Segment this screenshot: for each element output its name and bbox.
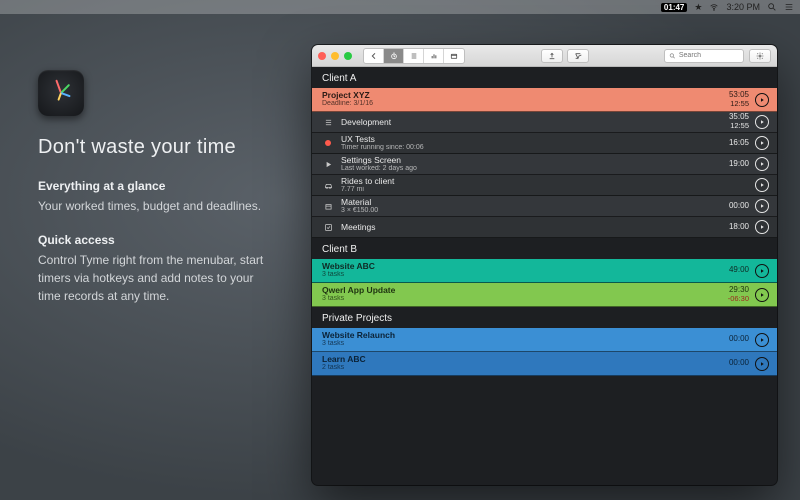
task-time: 19:00 (729, 160, 749, 169)
task-title: UX Tests (341, 134, 729, 144)
close-button[interactable] (318, 52, 326, 60)
project-row[interactable]: Qwerl App Update 3 tasks 29:30 -06:30 (312, 283, 777, 307)
list-icon (784, 2, 794, 12)
task-title: Material (341, 197, 729, 207)
project-row[interactable]: Website ABC 3 tasks 49:00 (312, 259, 777, 283)
task-subtitle: Timer running since: 00:06 (341, 144, 729, 152)
seg-back[interactable] (364, 49, 384, 63)
task-time-secondary: 12:55 (730, 122, 749, 130)
export-button[interactable] (541, 49, 563, 63)
project-title: Learn ABC (322, 354, 729, 364)
app-logo (38, 70, 84, 116)
view-segmented-control[interactable] (363, 48, 465, 64)
project-subtitle: 3 tasks (322, 271, 729, 279)
task-subtitle: Last worked: 2 days ago (341, 165, 729, 173)
project-subtitle: 3 tasks (322, 295, 728, 303)
gear-icon (756, 52, 764, 60)
play-button[interactable] (755, 178, 769, 192)
project-row[interactable]: Learn ABC 2 tasks 00:00 (312, 352, 777, 376)
project-subtitle: 2 tasks (322, 364, 729, 372)
play-button[interactable] (755, 157, 769, 171)
task-title: Development (341, 117, 729, 127)
search-input[interactable] (679, 52, 739, 59)
section-header: Client B (312, 238, 777, 259)
play-button[interactable] (755, 264, 769, 278)
seg-list[interactable] (404, 49, 424, 63)
task-time: 00:00 (729, 202, 749, 211)
menubar-clock: 3:20 PM (726, 2, 760, 12)
box-icon (322, 202, 334, 211)
project-time: 49:00 (729, 266, 749, 275)
play-button[interactable] (755, 136, 769, 150)
task-row[interactable]: Meetings 18:00 (312, 217, 777, 238)
rec-icon (322, 140, 334, 146)
task-title: Settings Screen (341, 155, 729, 165)
app-window: Client A Project XYZ Deadline: 3/1/16 53… (312, 45, 777, 485)
project-title: Project XYZ (322, 90, 729, 100)
task-title: Rides to client (341, 176, 749, 186)
project-list: Client A Project XYZ Deadline: 3/1/16 53… (312, 67, 777, 485)
project-time-secondary: 12:55 (730, 100, 749, 108)
project-row[interactable]: Project XYZ Deadline: 3/1/16 53:05 12:55 (312, 88, 777, 112)
task-subtitle: 3 × €150.00 (341, 207, 729, 215)
project-subtitle: 3 tasks (322, 340, 729, 348)
play-button[interactable] (755, 93, 769, 107)
section-header: Private Projects (312, 307, 777, 328)
project-time: 00:00 (729, 335, 749, 344)
search-icon (767, 2, 777, 12)
task-row[interactable]: Material 3 × €150.00 00:00 (312, 196, 777, 217)
subhead-2: Quick access (38, 233, 268, 247)
play-button[interactable] (755, 288, 769, 302)
project-time: 00:00 (729, 359, 749, 368)
star-icon: ★ (694, 2, 702, 13)
seg-stats[interactable] (424, 49, 444, 63)
wifi-icon (709, 2, 719, 12)
body-2: Control Tyme right from the menubar, sta… (38, 251, 268, 305)
task-row[interactable]: Settings Screen Last worked: 2 days ago … (312, 154, 777, 175)
subhead-1: Everything at a glance (38, 179, 268, 193)
task-title: Meetings (341, 222, 729, 232)
import-button[interactable] (567, 49, 589, 63)
task-subtitle: 7.77 mi (341, 186, 749, 194)
search-field[interactable] (664, 49, 744, 63)
seg-timer[interactable] (384, 49, 404, 63)
project-title: Qwerl App Update (322, 285, 728, 295)
task-time: 18:00 (729, 223, 749, 232)
zoom-button[interactable] (344, 52, 352, 60)
traffic-lights (318, 52, 352, 60)
headline: Don't waste your time (38, 136, 268, 159)
play-button[interactable] (755, 357, 769, 371)
seg-archive[interactable] (444, 49, 464, 63)
play-button[interactable] (755, 220, 769, 234)
task-time: 16:05 (729, 139, 749, 148)
window-titlebar (312, 45, 777, 67)
project-row[interactable]: Website Relaunch 3 tasks 00:00 (312, 328, 777, 352)
marketing-panel: Don't waste your time Everything at a gl… (38, 70, 268, 323)
task-row[interactable]: Development 35:05 12:55 (312, 112, 777, 133)
minimize-button[interactable] (331, 52, 339, 60)
play-icon (322, 160, 334, 169)
body-1: Your worked times, budget and deadlines. (38, 197, 268, 215)
project-subtitle: Deadline: 3/1/16 (322, 100, 729, 108)
settings-button[interactable] (749, 49, 771, 63)
project-time-secondary: -06:30 (728, 295, 749, 303)
menubar-badge: 01:47 (661, 3, 687, 12)
play-button[interactable] (755, 115, 769, 129)
project-title: Website ABC (322, 261, 729, 271)
project-title: Website Relaunch (322, 330, 729, 340)
play-button[interactable] (755, 333, 769, 347)
search-icon (669, 52, 676, 60)
list-icon (322, 118, 334, 127)
car-icon (322, 181, 334, 190)
play-button[interactable] (755, 199, 769, 213)
section-header: Client A (312, 67, 777, 88)
task-row[interactable]: Rides to client 7.77 mi (312, 175, 777, 196)
check-icon (322, 223, 334, 232)
macos-menubar: 01:47 ★ 3:20 PM (0, 0, 800, 14)
task-row[interactable]: UX Tests Timer running since: 00:06 16:0… (312, 133, 777, 154)
